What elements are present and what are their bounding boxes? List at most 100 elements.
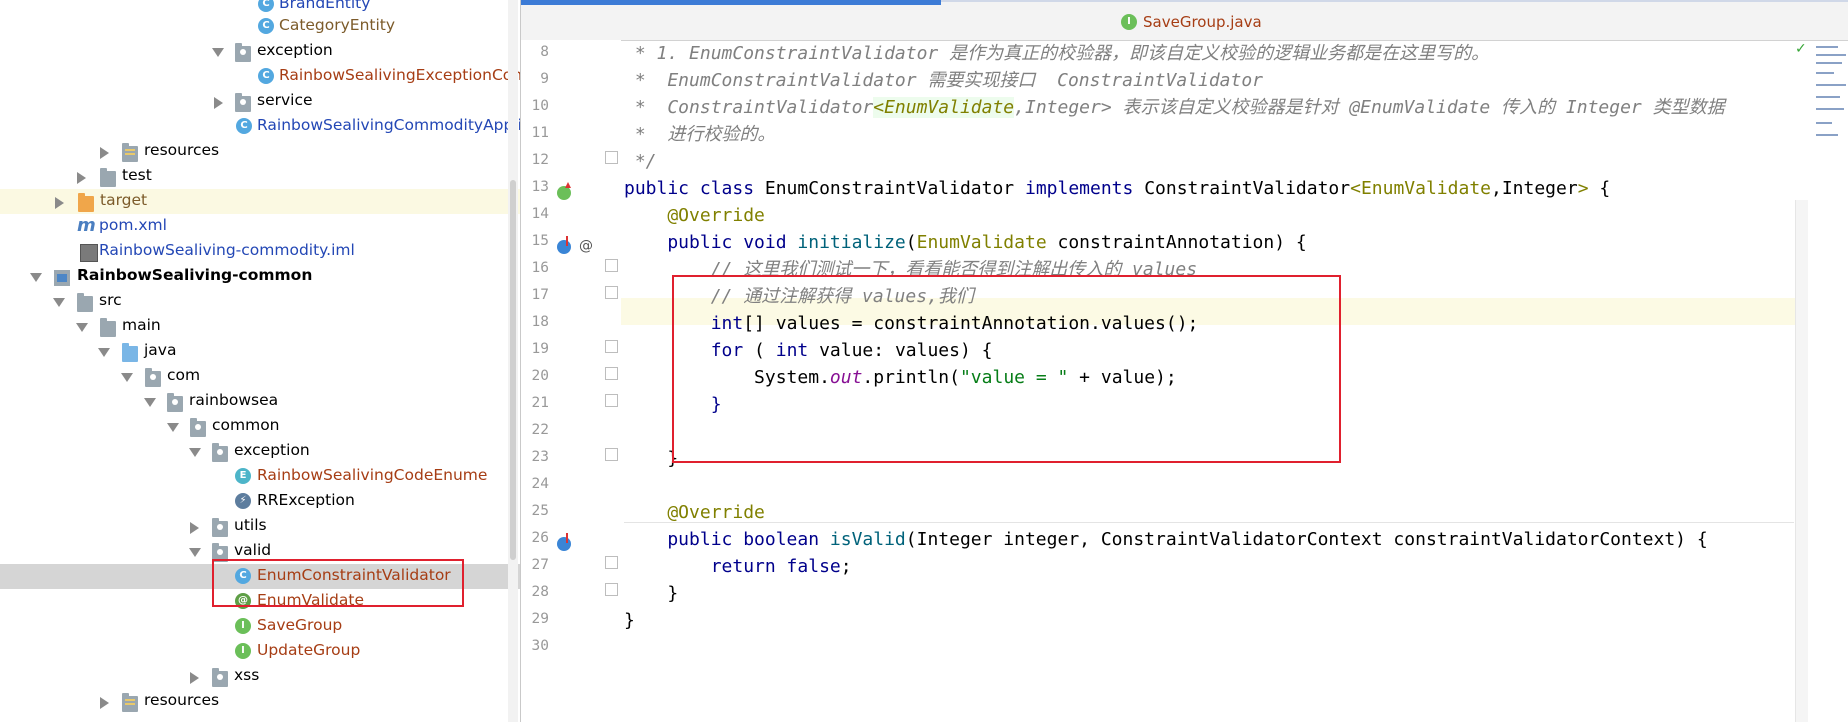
code-line-12: */ xyxy=(624,151,657,172)
chevron-down-icon[interactable] xyxy=(189,548,201,557)
folder-icon xyxy=(77,293,93,312)
tree-row-src[interactable]: src xyxy=(0,289,520,314)
tree-row-com[interactable]: com xyxy=(0,364,520,389)
tree-row-updategroup[interactable]: I UpdateGroup xyxy=(0,639,520,664)
tree-row-target[interactable]: target xyxy=(0,189,520,214)
line-number: 9 xyxy=(540,71,549,87)
line-number: 25 xyxy=(531,503,549,519)
tree-row-xss[interactable]: xss xyxy=(0,664,520,689)
tree-row-exception-controller[interactable]: C RainbowSealivingExceptionContr xyxy=(0,64,520,89)
overview-mark xyxy=(1816,96,1840,98)
code-line-13: public class EnumConstraintValidator imp… xyxy=(624,178,1611,199)
chevron-down-icon[interactable] xyxy=(121,373,133,382)
tree-row-utils[interactable]: utils xyxy=(0,514,520,539)
tree-row-exception[interactable]: exception xyxy=(0,39,520,64)
chevron-right-icon[interactable] xyxy=(214,97,223,109)
tree-row-main[interactable]: main xyxy=(0,314,520,339)
implements-gutter-icon[interactable] xyxy=(557,182,571,200)
chevron-right-icon[interactable] xyxy=(190,522,199,534)
chevron-right-icon[interactable] xyxy=(100,147,109,159)
chevron-down-icon[interactable] xyxy=(30,273,42,282)
line-number: 26 xyxy=(531,530,549,546)
line-number: 11 xyxy=(531,125,549,141)
resources-folder-icon xyxy=(122,693,138,712)
folder-icon xyxy=(100,318,116,337)
fold-marker-icon[interactable] xyxy=(605,259,618,272)
chevron-right-icon[interactable] xyxy=(100,697,109,709)
fold-marker-icon[interactable] xyxy=(605,340,618,353)
package-icon xyxy=(212,443,228,462)
chevron-down-icon[interactable] xyxy=(189,448,201,457)
line-number: 22 xyxy=(531,422,549,438)
chevron-right-icon[interactable] xyxy=(190,672,199,684)
overview-mark xyxy=(1816,122,1832,124)
fold-marker-icon[interactable] xyxy=(605,448,618,461)
tree-row-service[interactable]: service xyxy=(0,89,520,114)
fold-marker-icon[interactable] xyxy=(605,556,618,569)
chevron-down-icon[interactable] xyxy=(53,298,65,307)
tree-row-enumconstraintvalidator[interactable]: C EnumConstraintValidator xyxy=(0,564,520,589)
line-number: 12 xyxy=(531,152,549,168)
code-area[interactable]: * 1. EnumConstraintValidator 是作为真正的校验器，即… xyxy=(624,40,1804,722)
fold-marker-icon[interactable] xyxy=(605,583,618,596)
line-number: 20 xyxy=(531,368,549,384)
chevron-right-icon[interactable] xyxy=(77,172,86,184)
tree-row-pom[interactable]: m pom.xml xyxy=(0,214,520,239)
tree-row-test[interactable]: test xyxy=(0,164,520,189)
line-number: 14 xyxy=(531,206,549,222)
tree-row-valid[interactable]: valid xyxy=(0,539,520,564)
tree-row-savegroup[interactable]: I SaveGroup xyxy=(0,614,520,639)
line-number: 27 xyxy=(531,557,549,573)
chevron-down-icon[interactable] xyxy=(144,398,156,407)
line-number: 30 xyxy=(531,638,549,654)
overrides-gutter-icon[interactable] xyxy=(557,236,571,254)
code-line-29: } xyxy=(624,610,635,631)
interface-icon: I xyxy=(235,618,251,634)
code-editor[interactable]: I SaveGroup.java 8 9 10 11 12 13 14 15 1… xyxy=(521,0,1848,722)
tree-row-exception-2[interactable]: exception xyxy=(0,439,520,464)
editor-scrollbar[interactable] xyxy=(1795,200,1808,722)
class-icon: C xyxy=(258,0,274,12)
class-icon: C xyxy=(258,18,274,34)
overview-mark xyxy=(1816,54,1846,56)
inspection-ok-icon[interactable]: ✓ xyxy=(1795,42,1809,56)
tree-scrollbar-thumb[interactable] xyxy=(510,180,516,560)
tree-row-java[interactable]: java xyxy=(0,339,520,364)
code-line-26: public boolean isValid(Integer integer, … xyxy=(624,529,1708,550)
chevron-down-icon[interactable] xyxy=(98,348,110,357)
tree-row-application[interactable]: C RainbowSealivingCommodityApplic xyxy=(0,114,520,139)
package-icon xyxy=(190,418,206,437)
chevron-down-icon[interactable] xyxy=(212,48,224,57)
package-icon xyxy=(167,393,183,412)
tree-row-resources-2[interactable]: resources xyxy=(0,689,520,714)
overview-mark xyxy=(1816,108,1844,110)
tree-row-common[interactable]: common xyxy=(0,414,520,439)
fold-marker-icon[interactable] xyxy=(605,367,618,380)
tree-row-categoryentity[interactable]: C CategoryEntity xyxy=(0,14,520,39)
overrides-gutter-icon[interactable] xyxy=(557,533,571,551)
tree-row-rainbowsea[interactable]: rainbowsea xyxy=(0,389,520,414)
package-icon xyxy=(235,43,251,62)
class-icon: C xyxy=(235,568,251,584)
chevron-down-icon[interactable] xyxy=(167,423,179,432)
chevron-right-icon[interactable] xyxy=(55,197,64,209)
fold-marker-icon[interactable] xyxy=(605,151,618,164)
fold-marker-icon[interactable] xyxy=(605,394,618,407)
line-number: 21 xyxy=(531,395,549,411)
fold-marker-icon[interactable] xyxy=(605,286,618,299)
overview-mark xyxy=(1816,134,1838,136)
code-line-28: } xyxy=(624,583,679,604)
annotation-gutter-icon[interactable]: @ xyxy=(579,239,593,253)
annotation-icon: @ xyxy=(235,593,251,609)
tree-row-resources[interactable]: resources xyxy=(0,139,520,164)
line-number: 13 xyxy=(531,179,549,195)
chevron-down-icon[interactable] xyxy=(76,323,88,332)
error-stripe-overview[interactable] xyxy=(1812,42,1848,152)
tree-row-enumvalidate[interactable]: @ EnumValidate xyxy=(0,589,520,614)
tree-row-codeenume[interactable]: E RainbowSealivingCodeEnume xyxy=(0,464,520,489)
tree-row-iml[interactable]: RainbowSealiving-commodity.iml xyxy=(0,239,520,264)
code-line-19: for ( int value: values) { xyxy=(624,340,993,361)
tree-row-rrexception[interactable]: ⚡ RRException xyxy=(0,489,520,514)
method-separator xyxy=(624,522,1794,523)
tree-row-common-module[interactable]: RainbowSealiving-common xyxy=(0,264,520,289)
